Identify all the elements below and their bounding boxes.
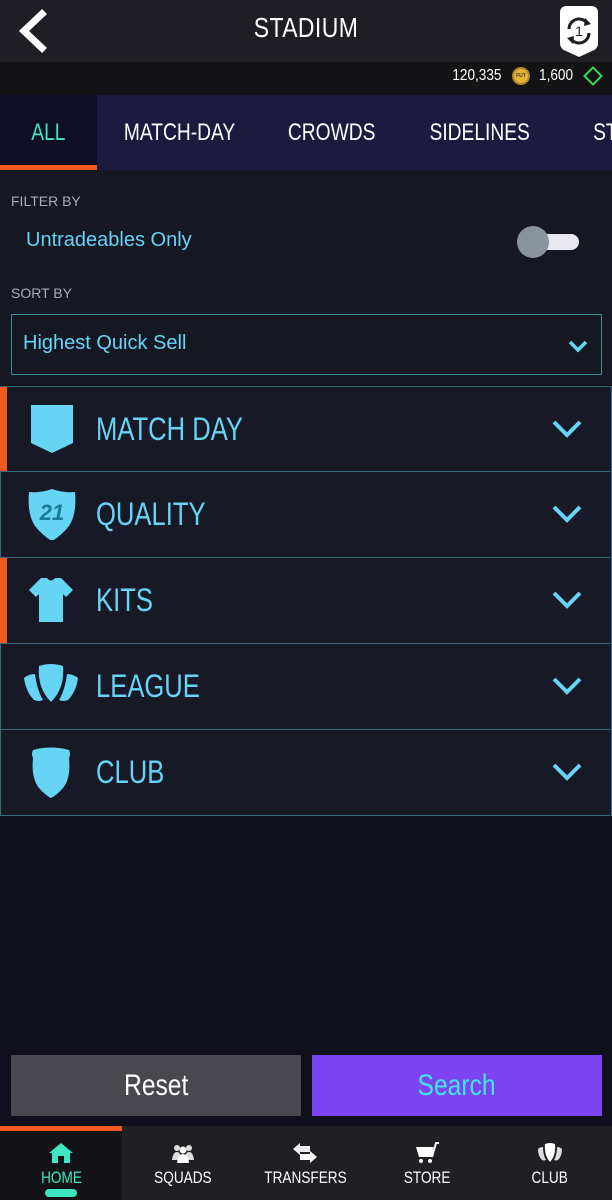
category-kits[interactable]: KITS [0,558,612,644]
chevron-down-icon [552,677,582,695]
untradeables-toggle[interactable] [517,226,581,258]
category-match-day[interactable]: MATCH DAY [0,386,612,472]
tab-sidelines[interactable]: SIDELINES [412,95,548,170]
pennant-icon [31,405,73,453]
coins-balance: 120,335 [452,67,502,84]
filter-panel: FILTER BY Untradeables Only SORT BY High… [0,170,612,385]
fut-coin-icon: FUT [511,67,530,85]
sort-value: Highest Quick Sell [23,332,187,354]
category-tabs: ALL MATCH-DAY CROWDS SIDELINES ST [0,95,612,170]
chevron-down-icon [552,763,582,781]
home-icon [49,1143,73,1163]
top-header: STADIUM 1 [0,0,612,62]
transfers-icon [293,1143,317,1163]
filter-by-label: FILTER BY [11,193,81,209]
league-icon [24,664,78,702]
nav-home[interactable]: HOME [0,1126,122,1200]
objectives-button[interactable]: 1 [556,3,602,59]
nav-store[interactable]: STORE [366,1126,488,1200]
currency-bar: 120,335 FUT 1,600 [0,62,612,95]
nav-label: SQUADS [154,1168,212,1187]
chevron-down-icon [552,505,582,523]
objectives-badge-icon: 1 [560,6,598,57]
sort-dropdown[interactable]: Highest Quick Sell [11,314,602,375]
fifa-points-icon [583,66,603,86]
bottom-navigation: HOME SQUADS TRANSFERS STORE CLUB [0,1126,612,1200]
shirt-icon [29,578,73,622]
chevron-down-icon [568,340,588,353]
category-label: KITS [96,582,153,618]
category-label: MATCH DAY [96,411,243,447]
nav-transfers[interactable]: TRANSFERS [244,1126,366,1200]
tab-all[interactable]: ALL [0,95,97,170]
category-label: CLUB [96,754,165,790]
search-button[interactable]: Search [312,1055,602,1116]
tab-match-day[interactable]: MATCH-DAY [108,95,252,170]
nav-label: CLUB [531,1168,569,1187]
back-button[interactable] [14,9,54,53]
sort-by-label: SORT BY [11,285,72,301]
category-club[interactable]: CLUB [0,730,612,816]
nav-label: TRANSFERS [263,1168,347,1187]
svg-text:1: 1 [575,23,583,39]
chevron-down-icon [552,420,582,438]
page-title: STADIUM [253,12,359,43]
toggle-knob [517,226,549,258]
cart-icon [416,1142,439,1163]
nav-label: STORE [403,1168,451,1187]
chevron-left-icon [18,9,47,53]
nav-squads[interactable]: SQUADS [122,1126,244,1200]
category-league[interactable]: LEAGUE [0,644,612,730]
untradeables-label: Untradeables Only [26,229,192,251]
category-label: QUALITY [96,496,206,532]
tab-stadium-overflow[interactable]: ST [578,95,612,170]
nav-label: HOME [40,1168,82,1187]
reset-button[interactable]: Reset [11,1055,301,1116]
category-label: LEAGUE [96,668,200,704]
club-crest-icon [32,747,70,798]
nav-club[interactable]: CLUB [488,1126,612,1200]
squads-icon [172,1145,194,1163]
chevron-down-icon [552,591,582,609]
quality-shield-icon: 21 [28,489,76,540]
active-indicator [45,1189,77,1197]
club-icon [538,1143,562,1162]
points-balance: 1,600 [538,67,573,84]
category-list: MATCH DAY 21 QUALITY KITS LEAGUE CLUB [0,386,612,816]
category-quality[interactable]: 21 QUALITY [0,472,612,558]
svg-text:21: 21 [39,500,64,525]
tab-crowds[interactable]: CROWDS [272,95,392,170]
